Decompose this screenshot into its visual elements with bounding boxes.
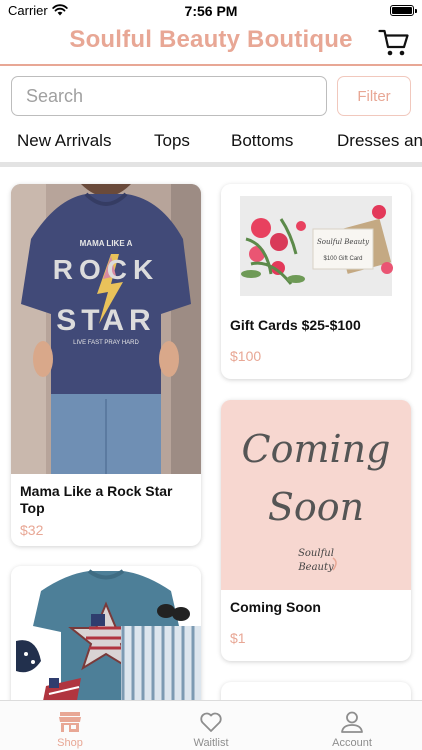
person-icon [341,711,363,733]
product-card[interactable]: MAMA LIKE A ROCK STAR LIVE FAST PRAY HAR… [11,184,201,546]
shop-icon [59,712,81,732]
tab-waitlist[interactable]: Waitlist [141,701,281,750]
product-name: Mama Like a Rock Star Top [20,483,173,516]
product-price: $32 [20,522,44,538]
gift-card-photo: Soulful Beauty $100 Gift Card [221,184,411,302]
product-card[interactable]: Coming Soon Soulful Beauty Coming Soon $… [221,400,411,661]
product-image: Coming Soon Soulful Beauty [221,400,411,590]
tab-label: Waitlist [193,737,229,749]
rock-star-shirt-photo: MAMA LIKE A ROCK STAR LIVE FAST PRAY HAR… [11,184,201,474]
filter-button[interactable]: Filter [337,76,411,116]
battery-icon [390,5,417,16]
shirt-text-line2: ROCK [53,254,159,285]
gift-card-value-text: $100 Gift Card [323,256,362,262]
product-name: Gift Cards $25-$100 [230,317,361,333]
tab-label: Account [332,737,372,749]
category-dresses[interactable]: Dresses and [337,131,422,151]
logo-line1: Soulful [298,548,334,559]
product-name: Coming Soon [230,599,321,615]
tab-shop[interactable]: Shop [0,701,140,750]
shirt-text-line1: MAMA LIKE A [80,239,133,248]
search-input[interactable] [11,76,327,116]
product-price: $100 [230,348,262,364]
gift-card-brand: Soulful Beauty [317,238,370,246]
coming-soon-line2: Soon [268,485,364,529]
category-new-arrivals[interactable]: New Arrivals [17,131,111,151]
category-bottoms[interactable]: Bottoms [231,131,293,151]
tab-account[interactable]: Account [282,701,422,750]
category-divider [0,162,422,167]
product-image: Soulful Beauty $100 Gift Card [221,184,411,302]
tab-bar: Shop Waitlist Account [0,700,422,750]
coming-soon-image: Coming Soon Soulful Beauty [221,400,411,590]
product-image: MAMA LIKE A ROCK STAR LIVE FAST PRAY HAR… [11,184,201,474]
logo-line2: Beauty [297,562,334,573]
status-time: 7:56 PM [184,3,238,19]
status-bar: Carrier 7:56 PM [0,0,422,22]
shirt-text-line3: STAR [56,304,155,337]
heart-icon [200,712,222,732]
tab-label: Shop [57,737,83,749]
app-title: Soulful Beauty Boutique [69,26,353,53]
coming-soon-line1: Coming [242,427,391,471]
product-price: $1 [230,630,246,646]
header-divider [0,64,422,66]
category-bar: New Arrivals Tops Bottoms Dresses and [0,122,422,160]
product-card[interactable]: Soulful Beauty $100 Gift Card Gift Cards… [221,184,411,379]
cart-icon [378,29,409,56]
cart-button[interactable] [378,28,410,58]
category-tops[interactable]: Tops [154,131,190,151]
shirt-text-line4: LIVE FAST PRAY HARD [73,340,139,346]
